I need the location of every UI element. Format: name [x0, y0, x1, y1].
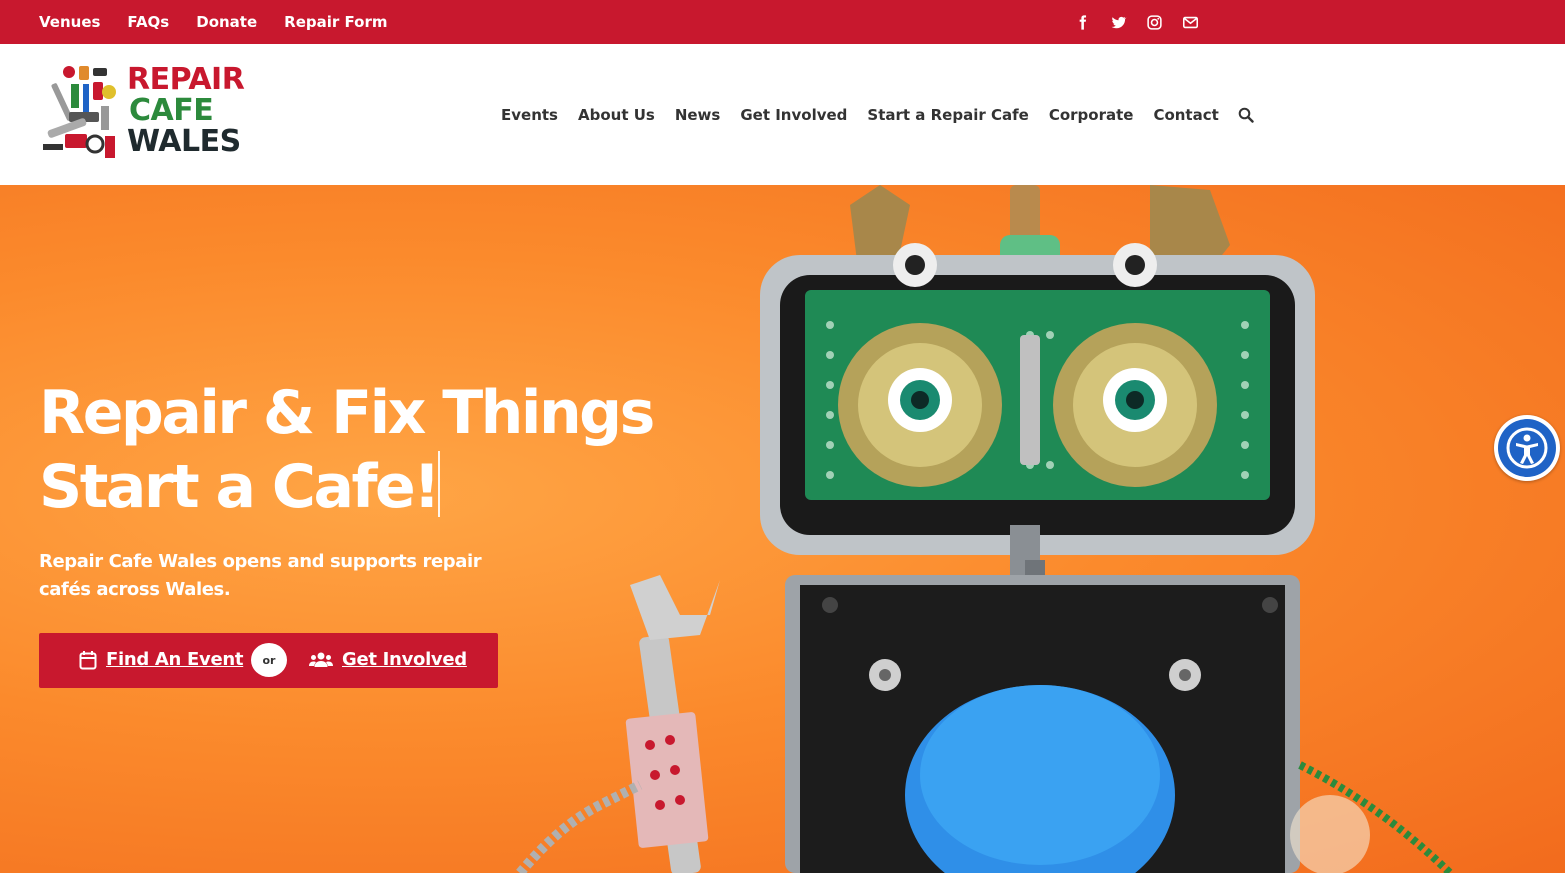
users-icon: [309, 652, 333, 667]
logo-cafe: CAFE: [129, 93, 214, 128]
top-links: Venues FAQs Donate Repair Form: [39, 0, 387, 44]
top-bar: Venues FAQs Donate Repair Form: [0, 0, 1565, 44]
or-badge: or: [251, 643, 287, 677]
main-nav: Events About Us News Get Involved Start …: [501, 104, 1254, 126]
email-icon[interactable]: [1181, 10, 1200, 34]
nav-events[interactable]: Events: [501, 106, 558, 124]
hero-banner: [0, 185, 1565, 873]
logo-wales: WALES: [127, 124, 241, 159]
top-link-donate[interactable]: Donate: [196, 13, 257, 31]
accessibility-icon: [1498, 419, 1556, 477]
logo-text: REPAIR CAFE WALES: [127, 62, 245, 159]
search-icon[interactable]: [1238, 107, 1254, 123]
nav-corporate[interactable]: Corporate: [1049, 106, 1134, 124]
nav-about-us[interactable]: About Us: [578, 106, 655, 124]
site-logo[interactable]: REPAIR CAFE WALES: [39, 62, 245, 167]
logo-repair: REPAIR: [127, 62, 245, 97]
accessibility-button[interactable]: [1494, 415, 1560, 481]
facebook-icon[interactable]: [1073, 10, 1092, 34]
robot-illustration: [516, 185, 1453, 873]
find-event-button[interactable]: Find An Event: [79, 649, 244, 670]
top-link-repair-form[interactable]: Repair Form: [284, 13, 387, 31]
hero-headline-line1: Repair & Fix Things: [39, 378, 655, 448]
nav-news[interactable]: News: [675, 106, 721, 124]
hero-headline-line2: Start a Cafe!: [39, 452, 441, 522]
get-involved-button[interactable]: Get Involved: [309, 649, 467, 670]
social-links: [1073, 10, 1200, 34]
tools-logo-icon: [43, 66, 116, 158]
top-link-faqs[interactable]: FAQs: [127, 13, 169, 31]
find-event-label: Find An Event: [106, 649, 244, 670]
nav-start-repair-cafe[interactable]: Start a Repair Cafe: [867, 106, 1028, 124]
calendar-icon: [79, 650, 97, 669]
hero-subtext: Repair Cafe Wales opens and supports rep…: [39, 551, 482, 600]
nav-get-involved[interactable]: Get Involved: [740, 106, 847, 124]
twitter-icon[interactable]: [1109, 10, 1128, 34]
hero-cta-bar: Find An Event or Get Involved: [39, 633, 498, 688]
top-link-venues[interactable]: Venues: [39, 13, 100, 31]
get-involved-label: Get Involved: [342, 649, 467, 670]
hero-headline-line2-wrap: Start a Cafe!: [39, 450, 653, 524]
nav-contact[interactable]: Contact: [1153, 106, 1218, 124]
instagram-icon[interactable]: [1145, 10, 1164, 34]
typing-cursor: [438, 451, 441, 517]
hero-headline: Repair & Fix Things Start a Cafe!: [39, 376, 655, 524]
